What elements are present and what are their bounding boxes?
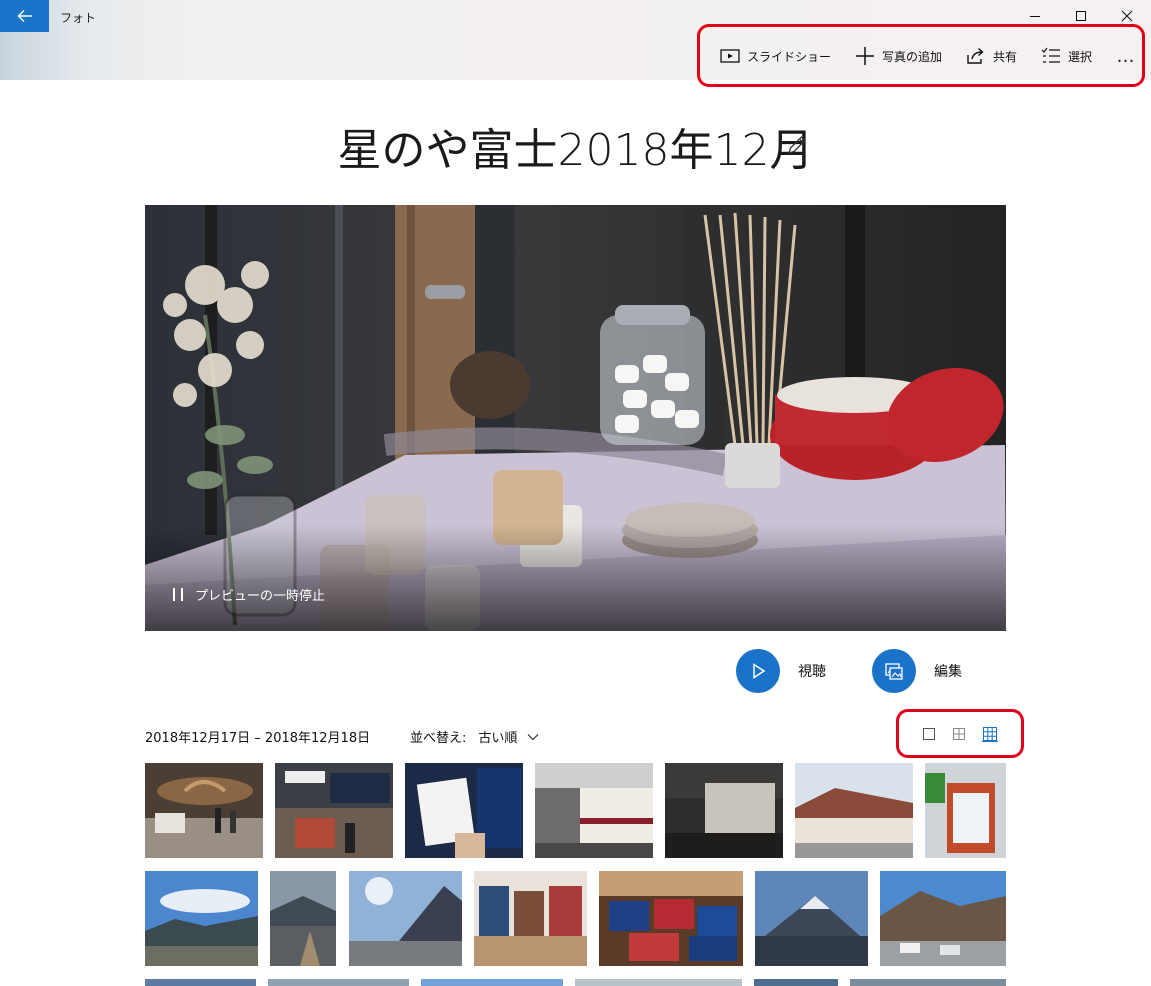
edit-circle <box>872 649 916 693</box>
add-photos-label: 写真の追加 <box>882 49 943 64</box>
view-small-icon <box>982 727 998 742</box>
watch-label: 視聴 <box>798 664 826 680</box>
command-bar: スライドショー 写真の追加 共有 選択 <box>708 38 1104 74</box>
thumb-image <box>535 763 653 858</box>
thumb-image <box>755 871 868 966</box>
date-range: 2018年12月17日 – 2018年12月18日 <box>145 731 371 746</box>
view-medium-icon <box>953 728 965 740</box>
thumb-image <box>405 763 523 858</box>
photo-thumbnail[interactable] <box>880 871 1006 966</box>
minimize-icon <box>1030 16 1040 17</box>
photo-thumbnail[interactable] <box>850 979 1006 986</box>
share-button[interactable]: 共有 <box>954 38 1029 74</box>
photo-thumbnail[interactable] <box>535 763 653 858</box>
slideshow-label: スライドショー <box>747 49 832 64</box>
add-photos-button[interactable]: 写真の追加 <box>843 38 954 74</box>
hero-preview[interactable]: プレビューの一時停止 <box>145 205 1006 631</box>
album-title-text: 星のや富士2018年12月 <box>337 125 814 176</box>
more-options-button[interactable]: … <box>1111 44 1141 68</box>
back-arrow-icon <box>17 10 32 22</box>
photo-thumbnail[interactable] <box>145 979 256 986</box>
thumb-image <box>270 871 336 966</box>
slideshow-icon <box>720 49 740 63</box>
watch-button[interactable]: 視聴 <box>736 649 826 693</box>
app-title: フォト <box>60 11 97 25</box>
thumb-image <box>145 763 263 858</box>
thumb-image <box>145 871 258 966</box>
sort-dropdown[interactable]: 並べ替え: 古い順 <box>410 727 539 746</box>
maximize-button[interactable] <box>1070 6 1092 26</box>
close-icon <box>1121 10 1133 22</box>
pencil-icon <box>788 136 806 154</box>
photo-thumbnail[interactable] <box>474 871 587 966</box>
photo-thumbnail[interactable] <box>754 979 838 986</box>
thumb-image <box>925 763 1006 858</box>
thumb-image <box>474 871 587 966</box>
photo-thumbnail[interactable] <box>575 979 742 986</box>
album-title: 星のや富士2018年12月 <box>0 114 1151 178</box>
pause-preview-button[interactable]: プレビューの一時停止 <box>173 585 325 604</box>
select-label: 選択 <box>1068 49 1093 64</box>
thumb-image <box>599 871 743 966</box>
thumb-image <box>349 871 462 966</box>
thumb-image <box>275 763 393 858</box>
photo-thumbnail[interactable] <box>421 979 563 986</box>
rename-album-button[interactable] <box>786 134 808 160</box>
photo-thumbnail[interactable] <box>925 763 1006 858</box>
view-large-icon <box>923 728 935 740</box>
hero-photo <box>145 205 1006 631</box>
photo-thumbnail[interactable] <box>268 979 409 986</box>
chevron-down-icon <box>527 733 539 740</box>
photo-thumbnail[interactable] <box>599 871 743 966</box>
view-large-button[interactable] <box>919 724 939 744</box>
watch-circle <box>736 649 780 693</box>
photo-thumbnail[interactable] <box>349 871 462 966</box>
edit-album-button[interactable]: 編集 <box>872 649 962 693</box>
plus-icon <box>856 47 875 65</box>
thumb-image <box>795 763 913 858</box>
photo-thumbnail[interactable] <box>145 871 258 966</box>
sort-label: 並べ替え: <box>410 731 467 746</box>
select-icon <box>1041 47 1061 63</box>
pause-preview-label: プレビューの一時停止 <box>195 589 326 604</box>
thumb-image <box>665 763 783 858</box>
maximize-icon <box>1076 11 1086 21</box>
pause-icon <box>173 588 183 601</box>
close-button[interactable] <box>1116 6 1138 26</box>
share-icon <box>967 47 984 64</box>
select-button[interactable]: 選択 <box>1029 38 1104 74</box>
photo-thumbnail[interactable] <box>665 763 783 858</box>
photo-thumbnail[interactable] <box>755 871 868 966</box>
photo-thumbnail[interactable] <box>795 763 913 858</box>
photo-thumbnail[interactable] <box>405 763 523 858</box>
slideshow-button[interactable]: スライドショー <box>708 38 843 74</box>
sort-value: 古い順 <box>478 731 518 746</box>
photo-thumbnail[interactable] <box>145 763 263 858</box>
photo-thumbnail[interactable] <box>270 871 336 966</box>
thumb-image <box>880 871 1006 966</box>
edit-image-icon <box>885 663 903 680</box>
view-small-button[interactable] <box>980 724 1000 744</box>
share-label: 共有 <box>993 49 1018 64</box>
play-icon <box>753 663 766 679</box>
edit-label: 編集 <box>934 664 962 680</box>
minimize-button[interactable] <box>1024 6 1046 26</box>
view-medium-button[interactable] <box>949 724 969 744</box>
back-button[interactable] <box>0 0 49 32</box>
photo-thumbnail[interactable] <box>275 763 393 858</box>
